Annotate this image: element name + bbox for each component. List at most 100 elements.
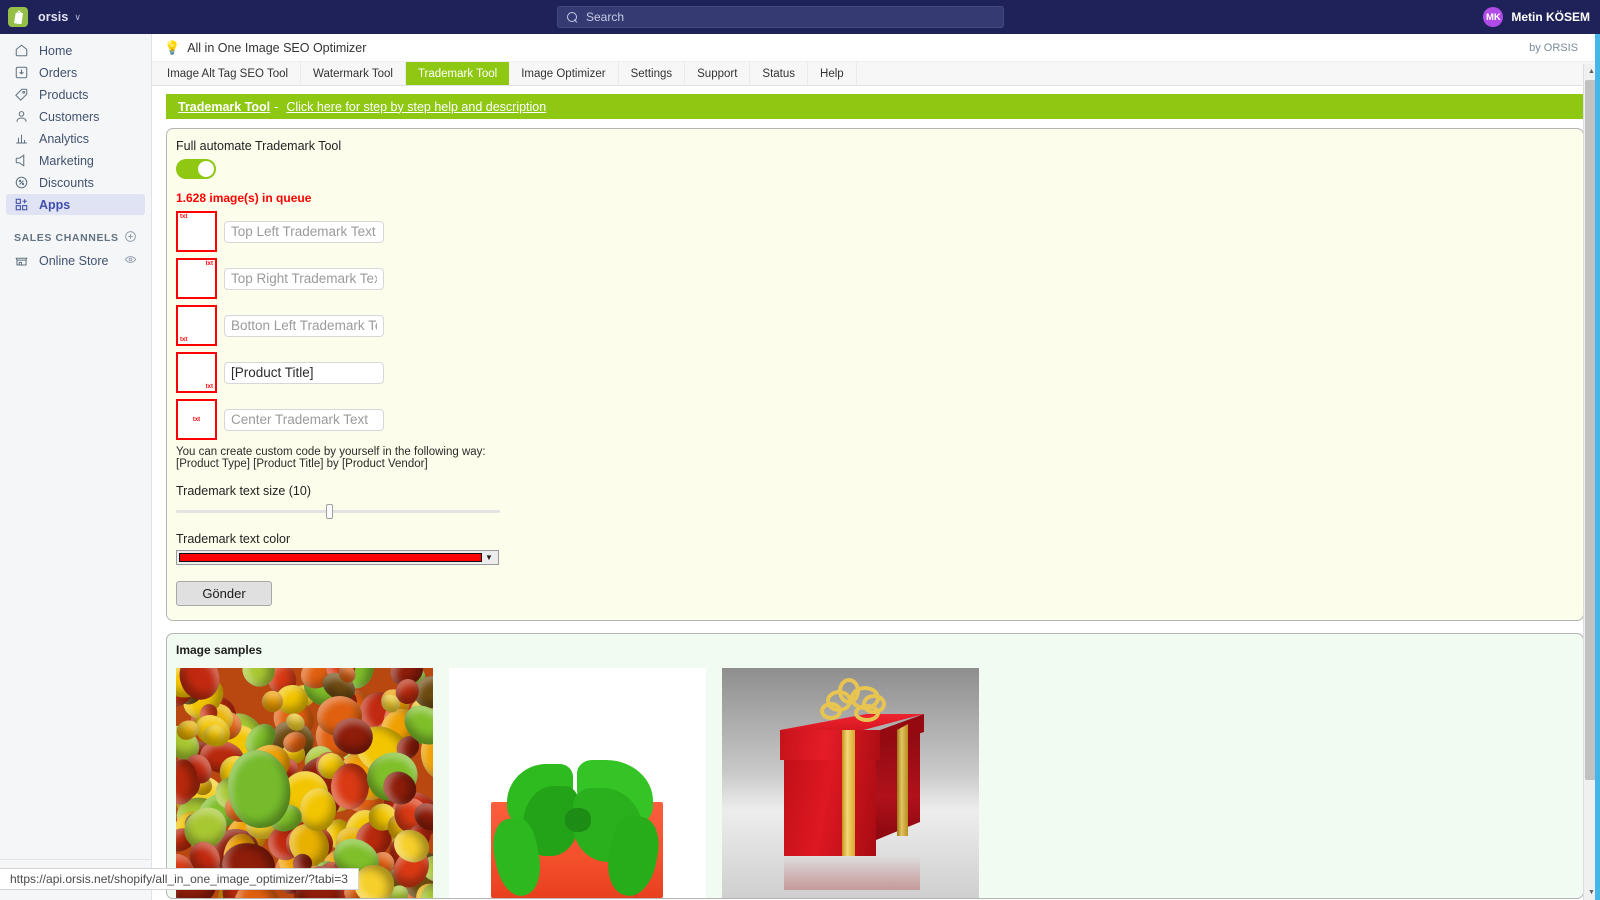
slider-track bbox=[176, 510, 500, 513]
chevron-down-icon: ▼ bbox=[485, 553, 493, 562]
custom-code-hint-line-2: [Product Type] [Product Title] by [Produ… bbox=[176, 458, 428, 470]
store-switcher[interactable]: orsis ∨ bbox=[0, 7, 150, 27]
text-color-label: Trademark text color bbox=[176, 532, 291, 546]
status-bar-url: https://api.orsis.net/shopify/all_in_one… bbox=[10, 872, 348, 886]
tab-support[interactable]: Support bbox=[685, 62, 751, 85]
trademark-field-row-top-left: txt bbox=[176, 211, 1583, 252]
page-title: All in One Image SEO Optimizer bbox=[187, 40, 367, 55]
tab-watermark-tool[interactable]: Watermark Tool bbox=[301, 62, 406, 85]
slider-thumb[interactable] bbox=[326, 504, 333, 519]
text-size-slider[interactable] bbox=[176, 504, 500, 519]
help-link[interactable]: Click here for step by step help and des… bbox=[286, 100, 546, 114]
lightbulb-icon: 💡 bbox=[164, 40, 181, 55]
sample-image-red-gift-green-bow[interactable] bbox=[449, 668, 706, 898]
help-banner: Trademark Tool - Click here for step by … bbox=[166, 94, 1584, 119]
submit-button[interactable]: Gönder bbox=[176, 581, 272, 606]
position-marker-label: txt bbox=[192, 416, 201, 423]
image-samples-title: Image samples bbox=[176, 643, 263, 657]
storefront-icon bbox=[14, 253, 29, 268]
embedded-app-frame: 💡 All in One Image SEO Optimizer by ORSI… bbox=[152, 34, 1600, 900]
image-samples-panel: Image samples bbox=[166, 633, 1584, 899]
home-icon bbox=[14, 43, 29, 58]
megaphone-icon bbox=[14, 153, 29, 168]
user-name: Metin KÖSEM bbox=[1511, 10, 1590, 24]
position-marker-label: txt bbox=[180, 214, 188, 220]
sidebar-item-label: Marketing bbox=[39, 153, 94, 168]
gold-ribbon-front bbox=[842, 730, 855, 856]
search-placeholder: Search bbox=[586, 10, 625, 24]
banner-title: Trademark Tool bbox=[178, 99, 271, 114]
top-right-trademark-input[interactable] bbox=[224, 267, 384, 290]
sidebar-item-label: Online Store bbox=[39, 253, 109, 268]
sample-image-tomatoes[interactable] bbox=[176, 668, 433, 898]
tab-settings[interactable]: Settings bbox=[619, 62, 686, 85]
user-menu[interactable]: MK Metin KÖSEM bbox=[1483, 0, 1590, 34]
sidebar-item-customers[interactable]: Customers bbox=[6, 106, 145, 127]
top-bar: orsis ∨ Search MK Metin KÖSEM bbox=[0, 0, 1600, 34]
bar-chart-icon bbox=[14, 131, 29, 146]
gift-box-front-shape bbox=[784, 746, 876, 856]
tab-trademark-tool[interactable]: Trademark Tool bbox=[405, 62, 510, 85]
sidebar-item-label: Customers bbox=[39, 109, 100, 124]
sidebar-item-apps[interactable]: Apps bbox=[6, 194, 145, 215]
sales-channels-header: SALES CHANNELS bbox=[0, 216, 151, 250]
custom-code-hint-line-1: You can create custom code by yourself i… bbox=[176, 446, 486, 458]
tab-status[interactable]: Status bbox=[750, 62, 809, 85]
image-samples-row bbox=[167, 657, 1583, 898]
position-marker-label: txt bbox=[205, 261, 213, 267]
bottom-left-trademark-input[interactable] bbox=[224, 314, 384, 337]
tab-image-alt-tag-seo-tool[interactable]: Image Alt Tag SEO Tool bbox=[155, 62, 302, 85]
text-color-select[interactable]: ▼ bbox=[176, 550, 499, 565]
sidebar-item-home[interactable]: Home bbox=[6, 40, 145, 61]
status-bar: https://api.orsis.net/shopify/all_in_one… bbox=[0, 868, 359, 890]
bottom-right-trademark-input[interactable] bbox=[224, 361, 384, 384]
trademark-field-row-bottom-left: txt bbox=[176, 305, 1583, 346]
top-left-trademark-input[interactable] bbox=[224, 220, 384, 243]
bow-knot-shape bbox=[565, 808, 591, 832]
add-channel-icon[interactable] bbox=[124, 230, 137, 246]
sidebar: Home Orders Products Customers Analytics bbox=[0, 34, 152, 900]
sidebar-item-discounts[interactable]: Discounts bbox=[6, 172, 145, 193]
tab-image-optimizer[interactable]: Image Optimizer bbox=[509, 62, 619, 85]
gift-lid-front-shape bbox=[780, 730, 880, 760]
gold-ribbon-side bbox=[897, 724, 908, 836]
toggle-knob bbox=[198, 161, 214, 177]
sales-channels-title: SALES CHANNELS bbox=[14, 232, 119, 244]
position-preview-top-left-icon: txt bbox=[176, 211, 217, 252]
gift-reflection bbox=[784, 856, 920, 890]
sidebar-item-label: Products bbox=[39, 87, 89, 102]
center-trademark-input[interactable] bbox=[224, 408, 384, 431]
person-icon bbox=[14, 109, 29, 124]
store-name: orsis bbox=[38, 10, 69, 24]
position-preview-bottom-left-icon: txt bbox=[176, 305, 217, 346]
orders-icon bbox=[14, 65, 29, 80]
queue-status: 1.628 image(s) in queue bbox=[176, 191, 312, 205]
sidebar-item-marketing[interactable]: Marketing bbox=[6, 150, 145, 171]
position-preview-bottom-right-icon: txt bbox=[176, 352, 217, 393]
app-header: 💡 All in One Image SEO Optimizer by ORSI… bbox=[152, 34, 1600, 62]
trademark-field-row-top-right: txt bbox=[176, 258, 1583, 299]
sidebar-item-label: Discounts bbox=[39, 175, 94, 190]
avatar: MK bbox=[1483, 7, 1504, 27]
position-marker-label: txt bbox=[205, 384, 213, 390]
sample-image-red-gift-gold-ribbon[interactable] bbox=[722, 668, 979, 898]
automate-toggle-label: Full automate Trademark Tool bbox=[176, 139, 342, 153]
full-automate-toggle[interactable] bbox=[176, 159, 216, 179]
sidebar-item-label: Analytics bbox=[39, 131, 90, 146]
sidebar-item-online-store[interactable]: Online Store bbox=[6, 250, 145, 271]
tab-help[interactable]: Help bbox=[808, 62, 857, 85]
search-bar[interactable]: Search bbox=[557, 6, 1004, 28]
position-preview-top-right-icon: txt bbox=[176, 258, 217, 299]
sidebar-item-products[interactable]: Products bbox=[6, 84, 145, 105]
position-marker-label: txt bbox=[180, 337, 188, 343]
frame-right-edge bbox=[1595, 34, 1600, 900]
app-credit: by ORSIS bbox=[1529, 42, 1578, 54]
trademark-field-row-center: txt bbox=[176, 399, 1583, 440]
eye-icon[interactable] bbox=[124, 253, 137, 269]
position-preview-center-icon: txt bbox=[176, 399, 217, 440]
trademark-field-row-bottom-right: txt bbox=[176, 352, 1583, 393]
sidebar-item-orders[interactable]: Orders bbox=[6, 62, 145, 83]
sidebar-item-analytics[interactable]: Analytics bbox=[6, 128, 145, 149]
sidebar-nav: Home Orders Products Customers Analytics bbox=[0, 34, 151, 215]
sidebar-item-label: Apps bbox=[39, 197, 71, 212]
